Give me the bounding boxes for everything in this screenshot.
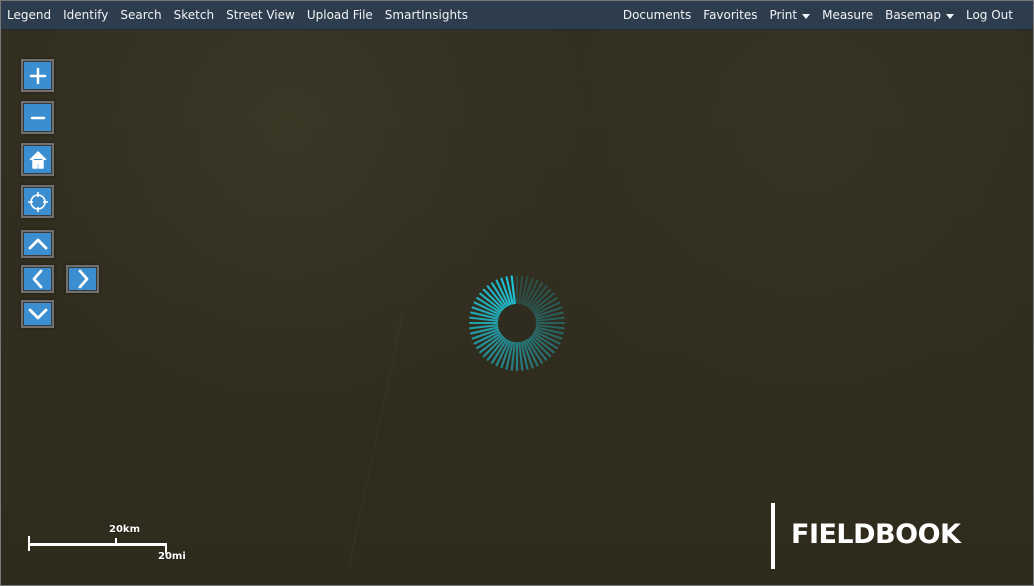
zoom-in-button[interactable] xyxy=(21,59,54,92)
fieldbook-logo: FIELDBOOK xyxy=(771,503,991,569)
chevron-down-icon xyxy=(28,308,47,320)
locate-icon xyxy=(27,191,48,212)
sketch-menu-item[interactable]: Sketch xyxy=(174,0,214,30)
pan-down-button[interactable] xyxy=(21,300,54,328)
pan-up-button[interactable] xyxy=(21,230,54,258)
spinner-center xyxy=(499,305,535,341)
chevron-left-icon xyxy=(32,269,42,289)
identify-menu-item[interactable]: Identify xyxy=(63,0,108,30)
scale-line xyxy=(28,543,165,546)
upload-file-menu-item[interactable]: Upload File xyxy=(307,0,373,30)
home-extent-button[interactable] xyxy=(21,143,54,176)
smartinsights-menu-item[interactable]: SmartInsights xyxy=(385,0,468,30)
scale-start-tick xyxy=(28,536,30,551)
minus-icon xyxy=(30,116,45,119)
basemap-menu-item[interactable]: Basemap xyxy=(885,0,954,30)
documents-menu-item[interactable]: Documents xyxy=(623,0,691,30)
scale-mi-label: 20mi xyxy=(158,551,186,562)
log-out-menu-item[interactable]: Log Out xyxy=(966,0,1013,30)
favorites-menu-item[interactable]: Favorites xyxy=(703,0,757,30)
left-navigation: Legend Identify Search Sketch Street Vie… xyxy=(7,0,480,30)
street-view-menu-item[interactable]: Street View xyxy=(226,0,295,30)
chevron-right-icon xyxy=(78,269,88,289)
scale-bar: 20km 20mi xyxy=(25,524,195,566)
pan-right-button[interactable] xyxy=(66,265,99,293)
locate-button[interactable] xyxy=(21,185,54,218)
print-menu-label: Print xyxy=(769,8,798,22)
scale-km-tick xyxy=(115,538,117,546)
loading-spinner xyxy=(468,274,566,372)
home-icon xyxy=(28,150,47,169)
legend-menu-item[interactable]: Legend xyxy=(7,0,51,30)
basemap-menu-label: Basemap xyxy=(885,8,941,22)
print-menu-item[interactable]: Print xyxy=(769,0,811,30)
logo-text: FIELDBOOK xyxy=(791,519,961,550)
print-dropdown-caret-icon xyxy=(802,13,811,19)
scale-km-label: 20km xyxy=(109,524,140,535)
zoom-out-button[interactable] xyxy=(21,101,54,134)
plus-icon xyxy=(29,67,46,84)
logo-divider xyxy=(771,503,775,569)
top-navigation-bar: Legend Identify Search Sketch Street Vie… xyxy=(0,0,1034,30)
basemap-dropdown-caret-icon xyxy=(945,13,954,19)
right-navigation: Documents Favorites Print Measure Basema… xyxy=(611,0,1013,30)
pan-left-button[interactable] xyxy=(21,265,54,293)
measure-menu-item[interactable]: Measure xyxy=(822,0,873,30)
search-menu-item[interactable]: Search xyxy=(120,0,161,30)
map-canvas[interactable]: 20km 20mi FIELDBOOK xyxy=(0,30,1034,586)
chevron-up-icon xyxy=(28,238,47,250)
